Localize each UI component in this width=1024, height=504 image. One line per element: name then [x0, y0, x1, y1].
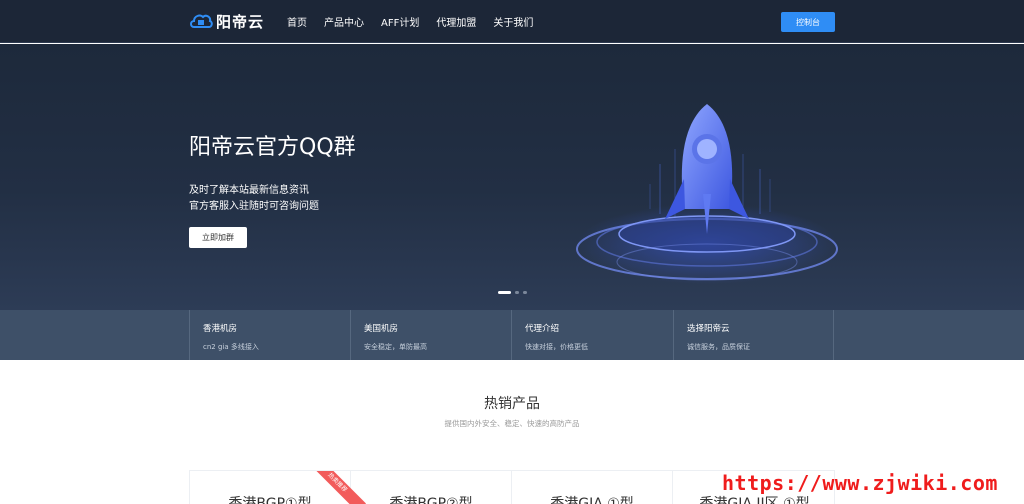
nav-item-aff[interactable]: AFF计划	[381, 14, 419, 29]
product-card[interactable]: 香港BGP②型	[351, 471, 512, 504]
section-subtitle: 提供国内外安全、稳定、快速的高防产品	[444, 419, 580, 428]
feature-title: 选择阳帝云	[687, 324, 730, 334]
feature-subtitle: cn2 gia 多线接入	[203, 343, 259, 351]
site-watermark: https://www.zjwiki.com	[722, 471, 998, 495]
feature-why-choose[interactable]: 选择阳帝云 诚信服务，品质保证	[673, 310, 834, 360]
carousel-dot-3[interactable]	[523, 291, 527, 294]
product-card[interactable]: 香港BGP①型 热卖推荐	[190, 471, 366, 504]
product-name: 香港BGP①型	[228, 496, 312, 504]
top-navbar: 阳帝云 首页 产品中心 AFF计划 代理加盟 关于我们 控制台	[0, 0, 1024, 43]
nav-item-home[interactable]: 首页	[287, 14, 307, 29]
main-nav: 首页 产品中心 AFF计划 代理加盟 关于我们	[287, 0, 550, 43]
feature-title: 美国机房	[364, 324, 399, 334]
console-button[interactable]: 控制台	[781, 12, 835, 32]
hero-title: 阳帝云官方QQ群	[189, 135, 356, 160]
product-card[interactable]: 香港GIA ①型	[512, 471, 673, 504]
join-group-button[interactable]: 立即加群	[189, 227, 247, 248]
feature-subtitle: 快速对接，价格更低	[525, 343, 588, 351]
nav-item-about[interactable]: 关于我们	[493, 14, 533, 29]
cloud-logo-icon	[190, 14, 213, 28]
hero-banner: 阳帝云官方QQ群 及时了解本站最新信息资讯 官方客服入驻随时可咨询问题 立即加群	[0, 44, 1024, 310]
hero-desc-line-1: 及时了解本站最新信息资讯	[189, 185, 309, 196]
carousel-indicators	[498, 291, 531, 294]
nav-item-agency[interactable]: 代理加盟	[436, 14, 476, 29]
logo-text: 阳帝云	[216, 12, 265, 31]
feature-hk-datacenter[interactable]: 香港机房 cn2 gia 多线接入	[189, 310, 350, 360]
product-name: 香港GIA ①型	[550, 496, 634, 504]
feature-us-datacenter[interactable]: 美国机房 安全稳定，单防最高	[350, 310, 511, 360]
nav-item-products[interactable]: 产品中心	[324, 14, 364, 29]
carousel-dot-2[interactable]	[515, 291, 519, 294]
rocket-illustration	[576, 104, 838, 284]
feature-subtitle: 诚信服务，品质保证	[687, 343, 750, 351]
section-title: 热销产品	[484, 396, 540, 412]
feature-title: 代理介绍	[525, 324, 560, 334]
feature-title: 香港机房	[203, 324, 238, 334]
feature-subtitle: 安全稳定，单防最高	[364, 343, 427, 351]
hero-description: 及时了解本站最新信息资讯 官方客服入驻随时可咨询问题	[189, 183, 319, 215]
site-logo[interactable]: 阳帝云	[189, 11, 264, 31]
feature-agency-intro[interactable]: 代理介绍 快速对接，价格更低	[511, 310, 672, 360]
hero-desc-line-2: 官方客服入驻随时可咨询问题	[189, 201, 319, 212]
product-name: 香港BGP②型	[389, 496, 473, 504]
feature-strip: 香港机房 cn2 gia 多线接入 美国机房 安全稳定，单防最高 代理介绍 快速…	[0, 310, 1024, 360]
carousel-dot-1[interactable]	[498, 291, 511, 294]
